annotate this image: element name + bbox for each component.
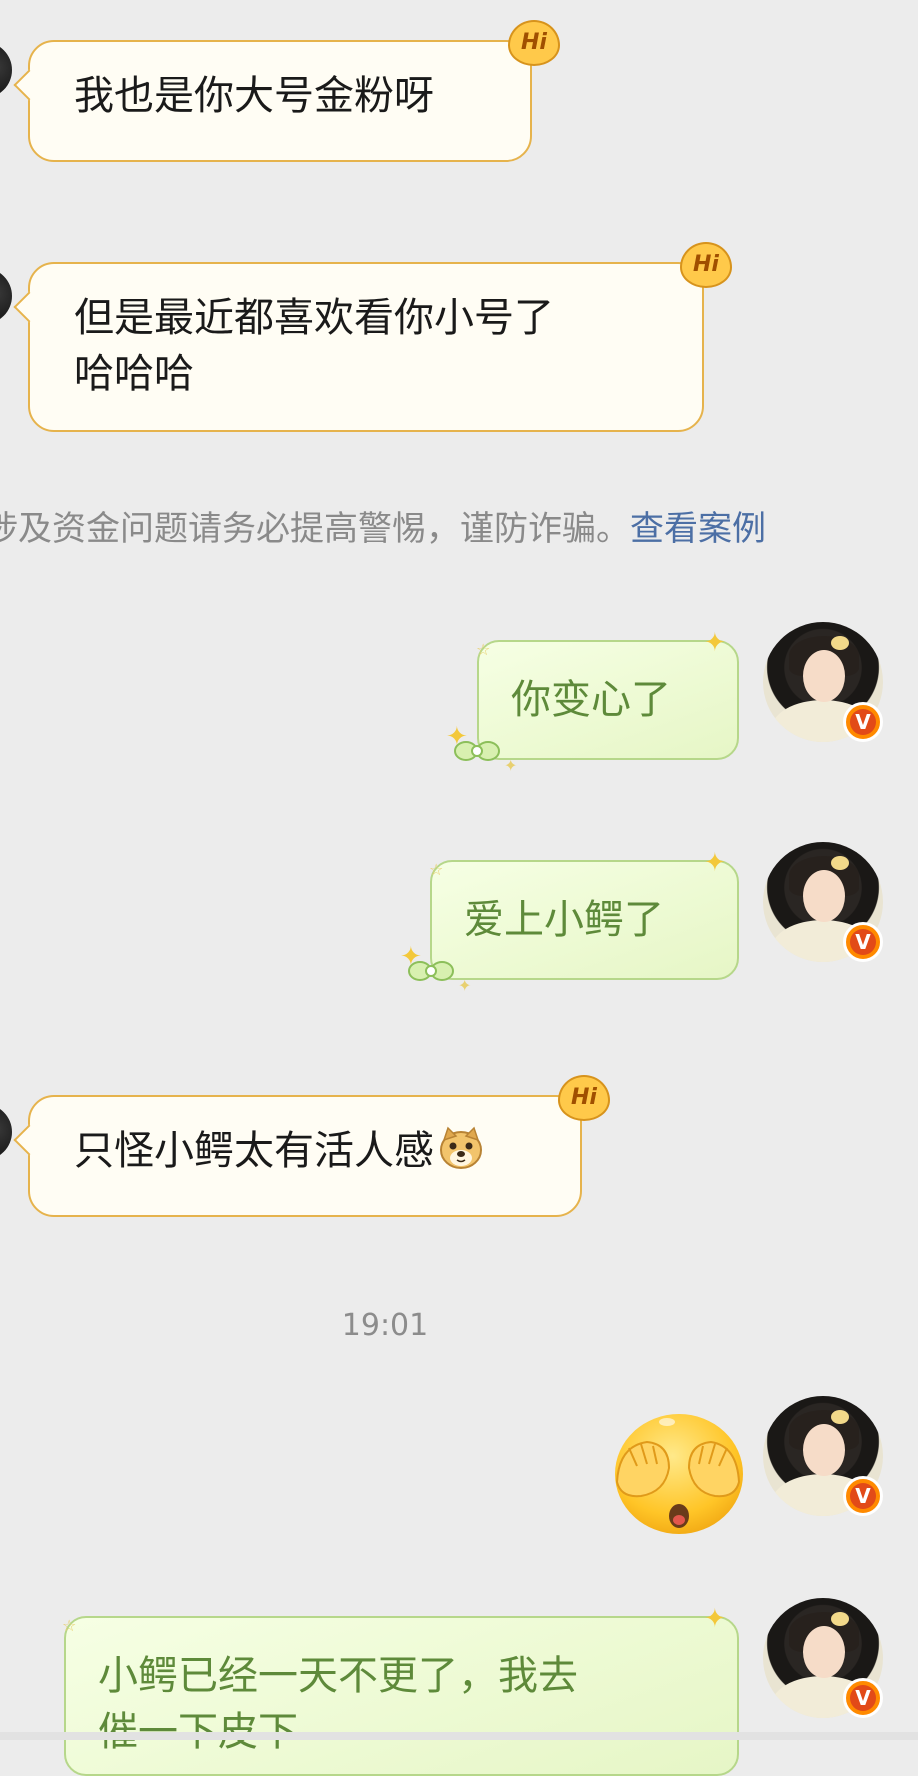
message-text-line: 但是最近都喜欢看你小号了 <box>74 295 554 341</box>
hi-bubble-badge-icon: Hi <box>680 242 732 288</box>
outgoing-message-bubble[interactable]: 小鳄已经一天不更了，我去 催一下皮下 <box>64 1616 739 1776</box>
sparkle-icon: ✦ <box>704 848 726 878</box>
incoming-message-bubble[interactable]: 我也是你大号金粉呀 Hi <box>28 20 560 162</box>
message-text: 爱上小鳄了 <box>464 897 664 943</box>
star-icon: ☆ <box>429 860 444 879</box>
notice-text: 涉及资金问题请务必提高警惕，谨防诈骗。 <box>0 509 630 549</box>
input-area-edge <box>0 1732 918 1740</box>
message-text-line: 哈哈哈 <box>74 351 194 397</box>
sparkle-icon: ✦ <box>504 756 518 775</box>
sparkle-icon: ✦ <box>400 942 422 972</box>
contact-avatar[interactable] <box>0 42 12 98</box>
incoming-message-bubble[interactable]: 只怪小鳄太有活人感 Hi <box>28 1075 610 1217</box>
hi-bubble-badge-icon: Hi <box>508 20 560 66</box>
message-text: 你变心了 <box>511 677 671 723</box>
outgoing-message-bubble[interactable]: 爱上小鳄了 <box>430 860 739 980</box>
star-icon: ☆ <box>62 1616 77 1635</box>
doge-face-icon <box>440 1126 482 1169</box>
message-text: 我也是你大号金粉呀 <box>74 73 434 119</box>
sparkle-icon: ✦ <box>704 628 726 658</box>
hi-bubble-badge-icon: Hi <box>558 1075 610 1121</box>
contact-avatar[interactable] <box>0 268 12 324</box>
sparkle-icon: ✦ <box>458 976 472 995</box>
sparkle-icon: ✦ <box>704 1604 726 1634</box>
verified-badge-icon: V <box>843 922 883 962</box>
message-text-line: 小鳄已经一天不更了，我去 <box>98 1653 578 1699</box>
outgoing-message-bubble[interactable]: 你变心了 <box>477 640 739 760</box>
star-icon: ☆ <box>476 640 491 659</box>
anti-fraud-notice: 涉及资金问题请务必提高警惕，谨防诈骗。查看案例 <box>0 505 766 553</box>
view-cases-link[interactable]: 查看案例 <box>630 509 766 549</box>
message-timestamp: 19:01 <box>341 1308 429 1343</box>
incoming-message-bubble[interactable]: 但是最近都喜欢看你小号了 哈哈哈 Hi <box>28 242 732 432</box>
verified-badge-icon: V <box>843 1678 883 1718</box>
message-text: 只怪小鳄太有活人感 <box>74 1128 434 1174</box>
cover-eyes-emoji-icon[interactable] <box>607 1404 747 1536</box>
verified-badge-icon: V <box>843 1476 883 1516</box>
contact-avatar[interactable] <box>0 1104 12 1160</box>
verified-badge-icon: V <box>843 702 883 742</box>
sparkle-icon: ✦ <box>446 722 468 752</box>
